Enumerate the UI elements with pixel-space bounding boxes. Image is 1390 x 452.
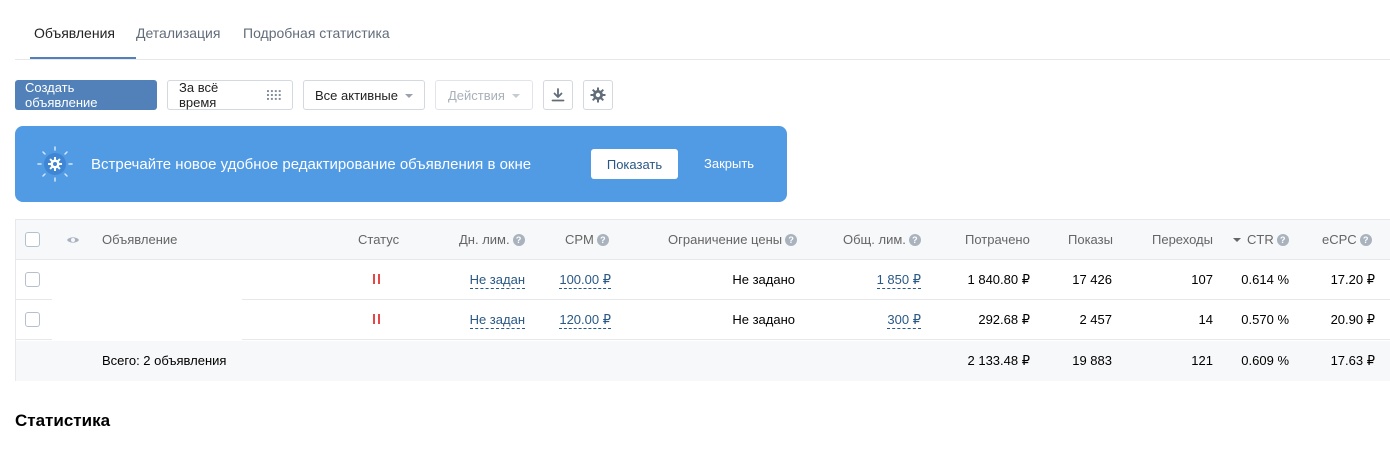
total-spent: 2 133.48 ₽: [967, 353, 1031, 368]
cpm-link[interactable]: 100.00 ₽: [559, 272, 611, 289]
table-row[interactable]: Не задан 120.00 ₽ Не задано 300 ₽ 292.68…: [16, 300, 1390, 340]
daily-limit-cell: Не задан: [424, 300, 525, 340]
total-ctr: 0.609 %: [1241, 353, 1289, 368]
col-ecpc-label: eCPC: [1322, 232, 1357, 247]
table-total-row: Всего: 2 объявления 2 133.48 ₽ 19 883 12…: [16, 341, 1390, 381]
total-limit-link[interactable]: 1 850 ₽: [876, 272, 921, 289]
chevron-down-icon: [511, 94, 520, 98]
col-price-limit-label: Ограничение цены: [668, 232, 783, 247]
spent-cell: 1 840.80 ₽: [967, 272, 1031, 287]
ctr-cell: 0.570 %: [1241, 312, 1289, 327]
daily-limit-link[interactable]: Не задан: [469, 272, 525, 289]
tab-detailed-stats[interactable]: Подробная статистика: [243, 25, 390, 41]
row-checkbox[interactable]: [25, 312, 40, 327]
col-impressions[interactable]: Показы: [1068, 220, 1113, 260]
cpm-cell: 120.00 ₽: [526, 300, 611, 340]
actions-label: Действия: [448, 87, 505, 103]
clicks-cell: 107: [1191, 272, 1213, 287]
col-ecpc[interactable]: eCPC?: [1322, 220, 1372, 260]
col-clicks[interactable]: Переходы: [1152, 220, 1213, 260]
total-impressions: 19 883: [1072, 353, 1112, 368]
select-all-checkbox[interactable]: [25, 232, 40, 247]
col-ad[interactable]: Объявление: [102, 220, 177, 260]
period-label: За всё время: [179, 80, 219, 110]
download-icon: [551, 88, 565, 102]
total-clicks: 121: [1191, 353, 1213, 368]
pause-icon[interactable]: [373, 314, 381, 324]
cpm-cell: 100.00 ₽: [526, 260, 611, 300]
help-icon[interactable]: ?: [596, 234, 609, 246]
info-banner: Встречайте новое удобное редактирование …: [15, 126, 787, 202]
help-icon[interactable]: ?: [512, 234, 525, 246]
col-price-limit[interactable]: Ограничение цены?: [668, 220, 798, 260]
help-icon[interactable]: ?: [908, 234, 921, 246]
price-limit-cell: Не задано: [732, 312, 795, 327]
daily-limit-link[interactable]: Не задан: [469, 312, 525, 329]
col-daily-limit[interactable]: Дн. лим.?: [459, 220, 525, 260]
help-icon[interactable]: ?: [1276, 234, 1289, 246]
tab-bar: Объявления Детализация Подробная статист…: [15, 0, 1390, 60]
chevron-down-icon: [404, 94, 413, 98]
total-label: Всего: 2 объявления: [102, 353, 227, 368]
col-spent[interactable]: Потрачено: [965, 220, 1030, 260]
settings-button[interactable]: [583, 80, 613, 110]
ecpc-cell: 17.20 ₽: [1330, 272, 1375, 287]
col-cpm[interactable]: CPM?: [565, 220, 609, 260]
price-limit-cell: Не задано: [732, 272, 795, 287]
status-filter-select[interactable]: Все активные: [303, 80, 425, 110]
table-row[interactable]: Не задан 100.00 ₽ Не задано 1 850 ₽ 1 84…: [16, 260, 1390, 300]
col-status[interactable]: Статус: [358, 220, 399, 260]
ctr-cell: 0.614 %: [1241, 272, 1289, 287]
ad-preview-placeholder: [52, 260, 242, 300]
table-header: Объявление Статус Дн. лим.? CPM? Огранич…: [16, 220, 1390, 260]
tab-details[interactable]: Детализация: [136, 25, 220, 41]
statistics-heading: Статистика: [15, 411, 111, 430]
col-total-limit[interactable]: Общ. лим.?: [843, 220, 921, 260]
tab-ads[interactable]: Объявления: [34, 25, 115, 41]
impressions-cell: 17 426: [1072, 272, 1112, 287]
row-checkbox[interactable]: [25, 272, 40, 287]
ecpc-cell: 20.90 ₽: [1330, 312, 1375, 327]
impressions-cell: 2 457: [1079, 312, 1112, 327]
banner-close-button[interactable]: Закрыть: [704, 156, 754, 171]
col-total-limit-label: Общ. лим.: [843, 232, 906, 247]
gear-icon: [590, 87, 606, 103]
create-ad-button[interactable]: Создать объявление: [15, 80, 157, 110]
pause-icon[interactable]: [373, 274, 381, 284]
col-ctr[interactable]: CTR?: [1233, 220, 1289, 260]
period-select[interactable]: За всё время: [167, 80, 293, 110]
col-cpm-label: CPM: [565, 232, 594, 247]
help-icon[interactable]: ?: [785, 234, 798, 246]
sort-desc-icon: [1233, 238, 1241, 242]
banner-show-button[interactable]: Показать: [591, 149, 678, 179]
col-daily-limit-label: Дн. лим.: [459, 232, 510, 247]
eye-icon[interactable]: [66, 235, 80, 245]
status-filter-label: Все активные: [315, 87, 398, 103]
total-ecpc: 17.63 ₽: [1330, 353, 1375, 368]
help-icon[interactable]: ?: [1359, 234, 1372, 246]
total-limit-link[interactable]: 300 ₽: [887, 312, 921, 329]
actions-select[interactable]: Действия: [435, 80, 533, 110]
download-button[interactable]: [543, 80, 573, 110]
total-limit-cell: 1 850 ₽: [796, 260, 921, 300]
total-limit-cell: 300 ₽: [796, 300, 921, 340]
banner-message: Встречайте новое удобное редактирование …: [91, 156, 532, 173]
col-ctr-label: CTR: [1247, 232, 1274, 247]
calendar-grid-icon: [267, 90, 281, 100]
spent-cell: 292.68 ₽: [978, 312, 1030, 327]
ad-preview-placeholder: [52, 300, 242, 340]
ads-table: Объявление Статус Дн. лим.? CPM? Огранич…: [15, 219, 1390, 381]
clicks-cell: 14: [1198, 312, 1213, 327]
daily-limit-cell: Не задан: [424, 260, 525, 300]
gear-sparkle-icon: [37, 146, 73, 182]
cpm-link[interactable]: 120.00 ₽: [559, 312, 611, 329]
active-tab-indicator: [30, 57, 136, 59]
